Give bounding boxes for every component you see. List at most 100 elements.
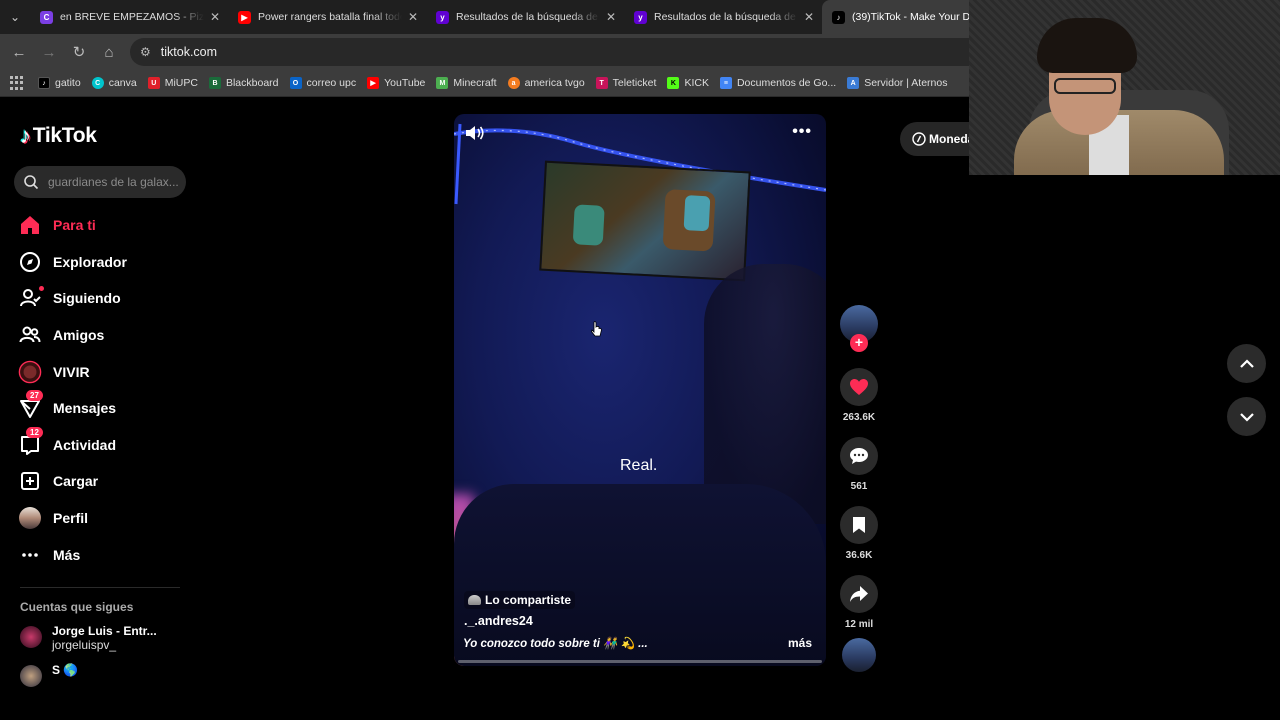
close-icon[interactable]: ✕ [408,10,418,24]
tab-search-button[interactable]: ⌄ [0,0,30,34]
bookmark-kick[interactable]: K KICK [667,77,709,89]
avatar [20,665,42,687]
sidebar-item-label: Cargar [53,473,99,490]
more-description-button[interactable]: más [788,636,812,650]
docs-icon: ≡ [719,77,732,89]
share-button[interactable]: 12 mil [838,575,880,630]
sidebar-item-label: Amigos [53,327,105,344]
home-icon[interactable]: ⌂ [94,44,124,61]
bookmark-blackboard[interactable]: B Blackboard [208,77,279,89]
following-icon [18,286,44,310]
bookmark-minecraft[interactable]: M Minecraft [436,77,497,89]
share-count: 12 mil [844,619,874,630]
address-bar[interactable]: ⚙ tiktok.com [130,38,1030,66]
bookmark-label: gatito [55,77,81,89]
follow-plus-icon[interactable]: + [850,334,868,352]
kick-icon: K [667,77,680,89]
close-icon[interactable]: ✕ [606,10,616,24]
following-account[interactable]: Jorge Luis - Entr... jorgeluispv_ [20,624,157,652]
sidebar-item-cargar[interactable]: Cargar [18,463,198,500]
coin-icon [912,132,926,146]
like-button[interactable]: 263.6K [838,368,880,423]
sidebar-item-label: Explorador [53,253,127,270]
account-handle: jorgeluispv_ [52,638,117,652]
sidebar-item-label: Más [53,546,81,563]
reload-icon[interactable]: ↻ [64,43,94,61]
browser-tab[interactable]: y Resultados de la búsqueda de ✕ [426,0,624,34]
close-icon[interactable]: ✕ [210,10,220,24]
browser-tab[interactable]: C en BREVE EMPEZAMOS - Pizarra ✕ [30,0,228,34]
bookmark-label: MiUPC [164,77,198,89]
notification-dot [39,286,44,292]
shared-label: Lo compartiste [485,593,572,607]
sidebar-item-perfil[interactable]: Perfil [18,500,198,537]
sidebar-item-mensajes[interactable]: 27 Mensajes [18,390,198,427]
music-disc[interactable] [838,638,880,672]
search-placeholder: guardianes de la galax... [48,175,179,189]
bookmark-canva[interactable]: Ccanva [91,77,137,89]
bookmark-label: KICK [684,77,709,89]
browser-tab[interactable]: y Resultados de la búsqueda de ✕ [624,0,822,34]
search-input[interactable]: guardianes de la galax... [14,166,186,198]
apps-grid-icon[interactable] [10,76,24,90]
bookmark-miupc[interactable]: U MiUPC [147,77,198,89]
aternos-icon: A [847,77,860,89]
sidebar-item-label: Perfil [53,510,89,527]
sidebar-item-actividad[interactable]: 12 Actividad [18,426,198,464]
tv-screen [539,160,751,282]
logo-text: TikTok [32,124,97,147]
bookmark-aternos[interactable]: A Servidor | Aternos [847,77,947,89]
volume-icon[interactable] [464,124,486,147]
site-info-icon[interactable]: ⚙ [140,45,151,59]
sidebar-item-mas[interactable]: Más [18,536,198,573]
webcam-overlay [969,0,1280,175]
coins-label: Moneda [929,132,975,146]
more-options-icon[interactable]: ••• [792,123,812,141]
mouse-cursor-icon [591,321,602,337]
messages-badge: 27 [26,390,43,402]
sidebar-nav: Para ti Explorador Siguiendo Amigos VIVI… [18,207,198,573]
upc-icon: U [147,77,160,89]
comment-icon [850,448,868,464]
sidebar-item-para-ti[interactable]: Para ti [18,207,198,244]
bookmark-label: YouTube [384,77,426,89]
previous-video-button[interactable] [1227,344,1266,383]
next-video-button[interactable] [1227,397,1266,436]
bookmark-gatito[interactable]: ♪ gatito [38,77,81,89]
bookmark-america-tvgo[interactable]: a america tvgo [507,77,585,89]
comment-button[interactable]: 561 [838,437,880,492]
bookmark-label: Servidor | Aternos [864,77,948,89]
compass-icon [18,250,42,274]
sidebar-item-label: Actividad [53,436,117,453]
bookmark-youtube[interactable]: ▶ YouTube [367,77,425,89]
browser-tab[interactable]: ▶ Power rangers batalla final todos ✕ [228,0,426,34]
bookmark-teleticket[interactable]: T Teleticket [595,77,656,89]
bookmark-label: Documentos de Go... [736,77,837,89]
tiktok-icon: ♪ [832,10,845,24]
sidebar-item-siguiendo[interactable]: Siguiendo [18,280,198,317]
sidebar-item-vivir[interactable]: VIVIR [18,353,198,390]
creator-avatar[interactable]: + [840,305,878,352]
close-icon[interactable]: ✕ [804,10,814,24]
activity-icon: 12 [18,426,43,457]
following-header: Cuentas que sigues [20,600,134,614]
back-icon[interactable]: ← [4,44,34,61]
america-icon: a [507,77,520,89]
tiktok-logo[interactable]: ♪ TikTok [20,123,97,149]
video-player[interactable]: ••• Real. Lo compartiste ._.andres24 Yo … [454,114,826,666]
video-progress-bar[interactable] [458,660,822,663]
following-account[interactable]: S 🌎 [20,663,78,687]
sidebar-divider [20,587,180,588]
bookmark-docs[interactable]: ≡ Documentos de Go... [719,77,837,89]
sidebar-item-explorador[interactable]: Explorador [18,244,198,281]
video-author[interactable]: ._.andres24 [464,614,533,628]
profile-icon [18,506,42,530]
bookmark-correo-upc[interactable]: Ocorreo upc [289,77,356,89]
sidebar-item-amigos[interactable]: Amigos [18,317,198,354]
yahoo-icon: y [436,10,449,24]
save-button[interactable]: 36.6K [838,506,880,561]
action-column: + 263.6K 561 36.6K 12 mil [838,305,880,672]
forward-icon[interactable]: → [34,44,64,61]
bookmark-label: Blackboard [225,77,279,89]
bookmark-label: america tvgo [524,77,585,89]
